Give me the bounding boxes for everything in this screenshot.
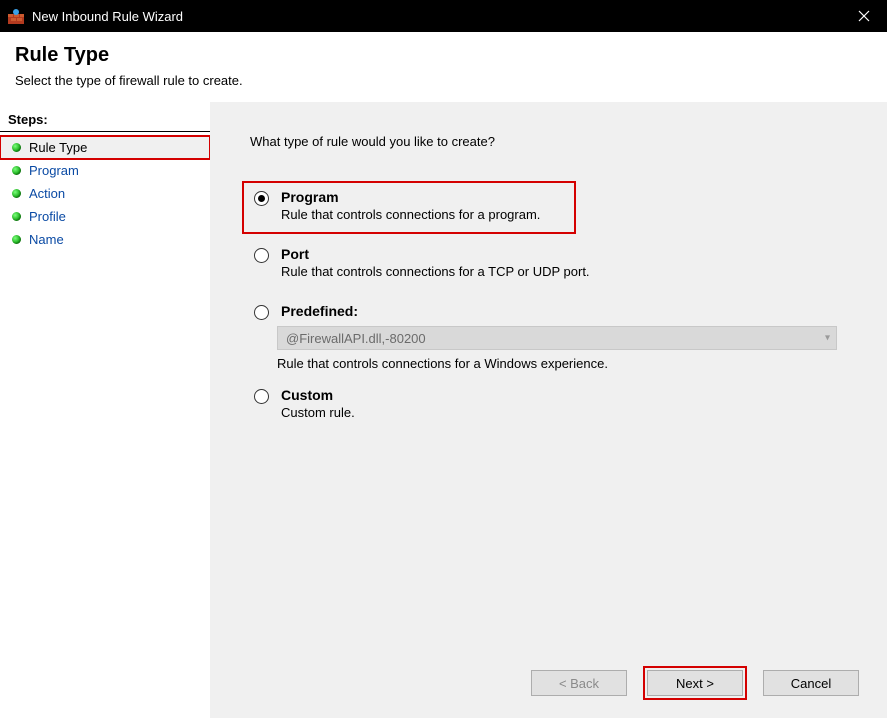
step-bullet-icon — [12, 189, 21, 198]
step-bullet-icon — [12, 166, 21, 175]
wizard-header: Rule Type Select the type of firewall ru… — [0, 32, 887, 102]
step-label: Name — [29, 232, 64, 247]
step-name[interactable]: Name — [0, 228, 210, 251]
close-icon — [858, 10, 870, 22]
radio-icon — [254, 191, 269, 206]
radio-option-custom[interactable]: Custom Custom rule. — [250, 381, 859, 430]
radio-description: Rule that controls connections for a Win… — [277, 356, 859, 371]
radio-icon — [254, 248, 269, 263]
radio-label: Predefined: — [281, 303, 358, 319]
radio-label: Port — [281, 246, 590, 262]
radio-label: Custom — [281, 387, 355, 403]
radio-option-predefined-block: Predefined: @FirewallAPI.dll,-80200 ▾ Ru… — [250, 297, 859, 371]
main-panel: What type of rule would you like to crea… — [210, 102, 887, 718]
step-profile[interactable]: Profile — [0, 205, 210, 228]
step-rule-type[interactable]: Rule Type — [0, 136, 210, 159]
predefined-combobox[interactable]: @FirewallAPI.dll,-80200 ▾ — [277, 326, 837, 350]
radio-icon — [254, 389, 269, 404]
cancel-button[interactable]: Cancel — [763, 670, 859, 696]
step-action[interactable]: Action — [0, 182, 210, 205]
page-subtitle: Select the type of firewall rule to crea… — [15, 73, 872, 88]
steps-label: Steps: — [0, 112, 210, 132]
steps-sidebar: Steps: Rule Type Program Action Profile … — [0, 102, 210, 718]
radio-description: Rule that controls connections for a pro… — [281, 207, 540, 222]
wizard-footer: < Back Next > Cancel — [531, 670, 859, 696]
question-text: What type of rule would you like to crea… — [250, 134, 859, 149]
step-program[interactable]: Program — [0, 159, 210, 182]
page-title: Rule Type — [15, 44, 872, 67]
window-title: New Inbound Rule Wizard — [32, 9, 841, 24]
radio-icon — [254, 305, 269, 320]
step-label: Action — [29, 186, 65, 201]
combobox-value: @FirewallAPI.dll,-80200 — [286, 331, 426, 346]
rule-type-radio-group: Program Rule that controls connections f… — [250, 183, 859, 438]
step-bullet-icon — [12, 212, 21, 221]
radio-description: Custom rule. — [281, 405, 355, 420]
radio-option-predefined[interactable]: Predefined: — [250, 297, 859, 324]
firewall-icon — [8, 8, 24, 24]
step-bullet-icon — [12, 235, 21, 244]
step-label: Rule Type — [29, 140, 87, 155]
radio-description: Rule that controls connections for a TCP… — [281, 264, 590, 279]
close-button[interactable] — [841, 0, 887, 32]
titlebar: New Inbound Rule Wizard — [0, 0, 887, 32]
step-label: Program — [29, 163, 79, 178]
radio-option-program[interactable]: Program Rule that controls connections f… — [244, 183, 574, 232]
step-label: Profile — [29, 209, 66, 224]
back-button: < Back — [531, 670, 627, 696]
content-area: Steps: Rule Type Program Action Profile … — [0, 102, 887, 718]
radio-option-port[interactable]: Port Rule that controls connections for … — [250, 240, 859, 289]
next-button[interactable]: Next > — [647, 670, 743, 696]
radio-label: Program — [281, 189, 540, 205]
chevron-down-icon: ▾ — [825, 333, 830, 344]
step-bullet-icon — [12, 143, 21, 152]
